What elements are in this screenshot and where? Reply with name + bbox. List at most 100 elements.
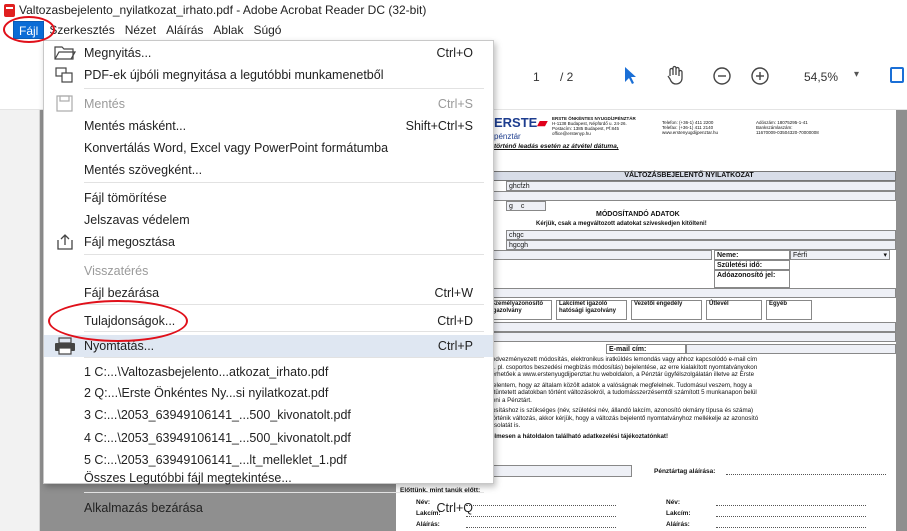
file-menu-shortcut: Ctrl+O <box>436 46 473 60</box>
file-menu-item-9[interactable]: Visszatérés <box>44 260 493 282</box>
file-menu-item-1[interactable]: PDF-ek újbóli megnyitása a legutóbbi mun… <box>44 64 493 86</box>
file-menu-item-7[interactable]: Jelszavas védelem <box>44 209 493 231</box>
menu-1[interactable]: Szerkesztés <box>44 21 119 39</box>
file-menu-item-4[interactable]: Konvertálás Word, Excel vagy PowerPoint … <box>44 137 493 159</box>
field-3[interactable]: chgc <box>506 230 896 240</box>
doc-type-2[interactable]: Vezetői engedély <box>631 300 702 320</box>
page-number-input[interactable]: 1 <box>533 70 540 84</box>
file-menu-item-5[interactable]: Mentés szövegként... <box>44 159 493 181</box>
file-menu-label: Mentés másként... <box>84 119 187 133</box>
field-2[interactable]: g c <box>506 201 546 211</box>
field-4[interactable]: hgcgh <box>506 240 896 250</box>
menu-bar: Fájl Szerkesztés Nézet Aláírás Ablak Súgó <box>0 20 907 40</box>
witness-line[interactable] <box>716 505 866 506</box>
pointer-icon[interactable] <box>620 64 640 86</box>
zoom-in-icon[interactable] <box>750 66 770 86</box>
body-line-1: mód. pl. csoportos beszedési megbízás mó… <box>482 363 758 371</box>
menu-separator <box>84 357 484 358</box>
file-menu-label: 4 C:...\2053_63949106141_...500_kivonato… <box>84 431 351 445</box>
witness-line[interactable] <box>466 527 616 528</box>
file-menu-item-6[interactable]: Fájl tömörítése <box>44 187 493 209</box>
title-bar: Valtozasbejelento_nyilatkozat_irhato.pdf… <box>0 0 907 20</box>
logo-sub: pénztár <box>494 132 521 141</box>
file-menu-label: Mentés szövegként... <box>84 163 203 177</box>
erste-logo: ERSTE▰ <box>494 115 548 130</box>
signature-field[interactable] <box>482 465 632 477</box>
blank-row-2[interactable] <box>482 288 896 298</box>
menu-5[interactable]: Súgó <box>248 21 286 39</box>
annotation-circle-file <box>3 16 55 43</box>
contact_lines-2: www.erstenyugdijpenztar.hu <box>662 130 719 135</box>
email-field[interactable] <box>686 344 896 354</box>
zoom-out-icon[interactable] <box>712 66 732 86</box>
body-text: k (kedvezményezett módosítás, elektronik… <box>482 356 896 440</box>
menu-separator <box>84 254 484 255</box>
file-menu-item-13[interactable]: 1 C:...\Valtozasbejelento...atkozat_irha… <box>44 361 493 383</box>
file-menu-item-18[interactable]: Összes Legutóbbi fájl megtekintése... <box>44 467 493 489</box>
file-menu-item-15[interactable]: 3 C:...\2053_63949106141_...500_kivonato… <box>44 404 493 426</box>
window-title: Valtozasbejelento_nyilatkozat_irhato.pdf… <box>19 3 427 17</box>
header-address: ERSTE ÖNKÉNTES NYUGDÍJPÉNZTÁR H-1138 Buda… <box>552 116 662 136</box>
file-menu-label: Konvertálás Word, Excel vagy PowerPoint … <box>84 141 389 155</box>
file-menu-label: Fájl megosztása <box>84 235 176 249</box>
file-menu-item-8[interactable]: Fájl megosztása <box>44 231 493 253</box>
doc-type-0[interactable]: Személyazonosító igazolvány <box>488 300 552 320</box>
file-menu-shortcut: Ctrl+W <box>434 286 473 300</box>
neme-select[interactable]: Férfi ▾ <box>790 250 890 260</box>
file-menu-item-14[interactable]: 2 Q:...\Erste Önkéntes Ny...si nyilatkoz… <box>44 382 493 404</box>
save-icon <box>54 95 76 113</box>
menu-separator <box>84 182 484 183</box>
blank-row[interactable] <box>482 250 712 260</box>
file-menu-item-19[interactable]: Alkalmazás bezárása Ctrl+Q <box>44 497 493 519</box>
file-menu-label: 1 C:...\Valtozasbejelento...atkozat_irha… <box>84 365 329 379</box>
neme-label: Neme: <box>714 250 790 260</box>
file-menu-label: Fájl bezárása <box>84 286 160 300</box>
blank-row-3[interactable] <box>482 322 896 332</box>
hand-tool-icon[interactable] <box>664 64 686 86</box>
doc-type-3[interactable]: Útlevél <box>706 300 762 320</box>
menu-2[interactable]: Nézet <box>120 21 161 39</box>
file-menu-item-0[interactable]: Megnyitás... Ctrl+O <box>44 42 493 64</box>
file-menu-label: Alkalmazás bezárása <box>84 501 203 515</box>
printer-icon <box>54 337 76 355</box>
chevron-down-icon[interactable]: ▾ <box>854 69 859 80</box>
menu-separator <box>84 492 484 493</box>
file-menu-label: PDF-ek újbóli megnyitása a legutóbbi mun… <box>84 68 384 82</box>
witness-line[interactable] <box>716 527 866 528</box>
doc-type-1[interactable]: Lakcímet igazoló hatósági igazolvány <box>556 300 627 320</box>
file-menu-shortcut: Shift+Ctrl+S <box>405 119 473 133</box>
left-pane <box>0 110 40 531</box>
section-title: VÁLTOZÁSBEJELENTŐ NYILATKOZAT <box>482 171 896 181</box>
file-menu-item-3[interactable]: Mentés másként... Shift+Ctrl+S <box>44 115 493 137</box>
body-line-5: esíteni a Pénztárt. <box>482 396 532 404</box>
file-menu-label: 2 Q:...\Erste Önkéntes Ny...si nyilatkoz… <box>84 386 329 400</box>
penztar-alairasa-label: Pénztártag aláírása: <box>654 468 716 475</box>
witness-line[interactable] <box>716 516 866 517</box>
field-1b[interactable] <box>482 191 896 201</box>
file-menu-shortcut: Ctrl+S <box>437 97 473 111</box>
file-menu-item-16[interactable]: 4 C:...\2053_63949106141_...500_kivonato… <box>44 427 493 449</box>
page-count: / 2 <box>560 70 574 84</box>
file-menu-label: Összes Legutóbbi fájl megtekintése... <box>84 471 292 485</box>
annotation-circle-print <box>48 300 188 342</box>
acrobat-icon <box>4 3 15 17</box>
file-menu-item-2[interactable]: Mentés Ctrl+S <box>44 93 493 115</box>
fit-page-icon[interactable] <box>890 67 904 83</box>
file-menu-shortcut: Ctrl+Q <box>436 501 473 515</box>
body-line-9: igyelmesen a hátoldalon található adatke… <box>482 432 669 440</box>
witness-right-2: Aláírás: <box>666 521 690 528</box>
file-menu: Megnyitás... Ctrl+O PDF-ek újbóli megnyitá… <box>43 40 494 515</box>
doc-type-4[interactable]: Egyéb <box>766 300 812 320</box>
field-1[interactable]: ghcfzh <box>506 181 896 191</box>
menu-4[interactable]: Ablak <box>208 21 248 39</box>
zoom-level[interactable]: 54,5% <box>804 70 838 84</box>
file-menu-label: Mentés <box>84 97 125 111</box>
file-menu-label: Megnyitás... <box>84 46 152 60</box>
header-account: Adószám: 18075295-1-41 Bankszámlaszám: 116… <box>756 120 866 135</box>
body-line-2: k elérhetőek a www.erstenyugdijpenztar.h… <box>482 371 755 378</box>
menu-3[interactable]: Aláírás <box>161 21 208 39</box>
file-menu-label: Visszatérés <box>84 264 149 278</box>
blank-row-4[interactable] <box>482 332 896 342</box>
subtitle-note: Kérjük, csak a megváltozott adatokat szí… <box>536 221 707 227</box>
header-contact: Telefon: (+36-1) 411 2200 Telefax: (+36-1… <box>662 120 762 135</box>
